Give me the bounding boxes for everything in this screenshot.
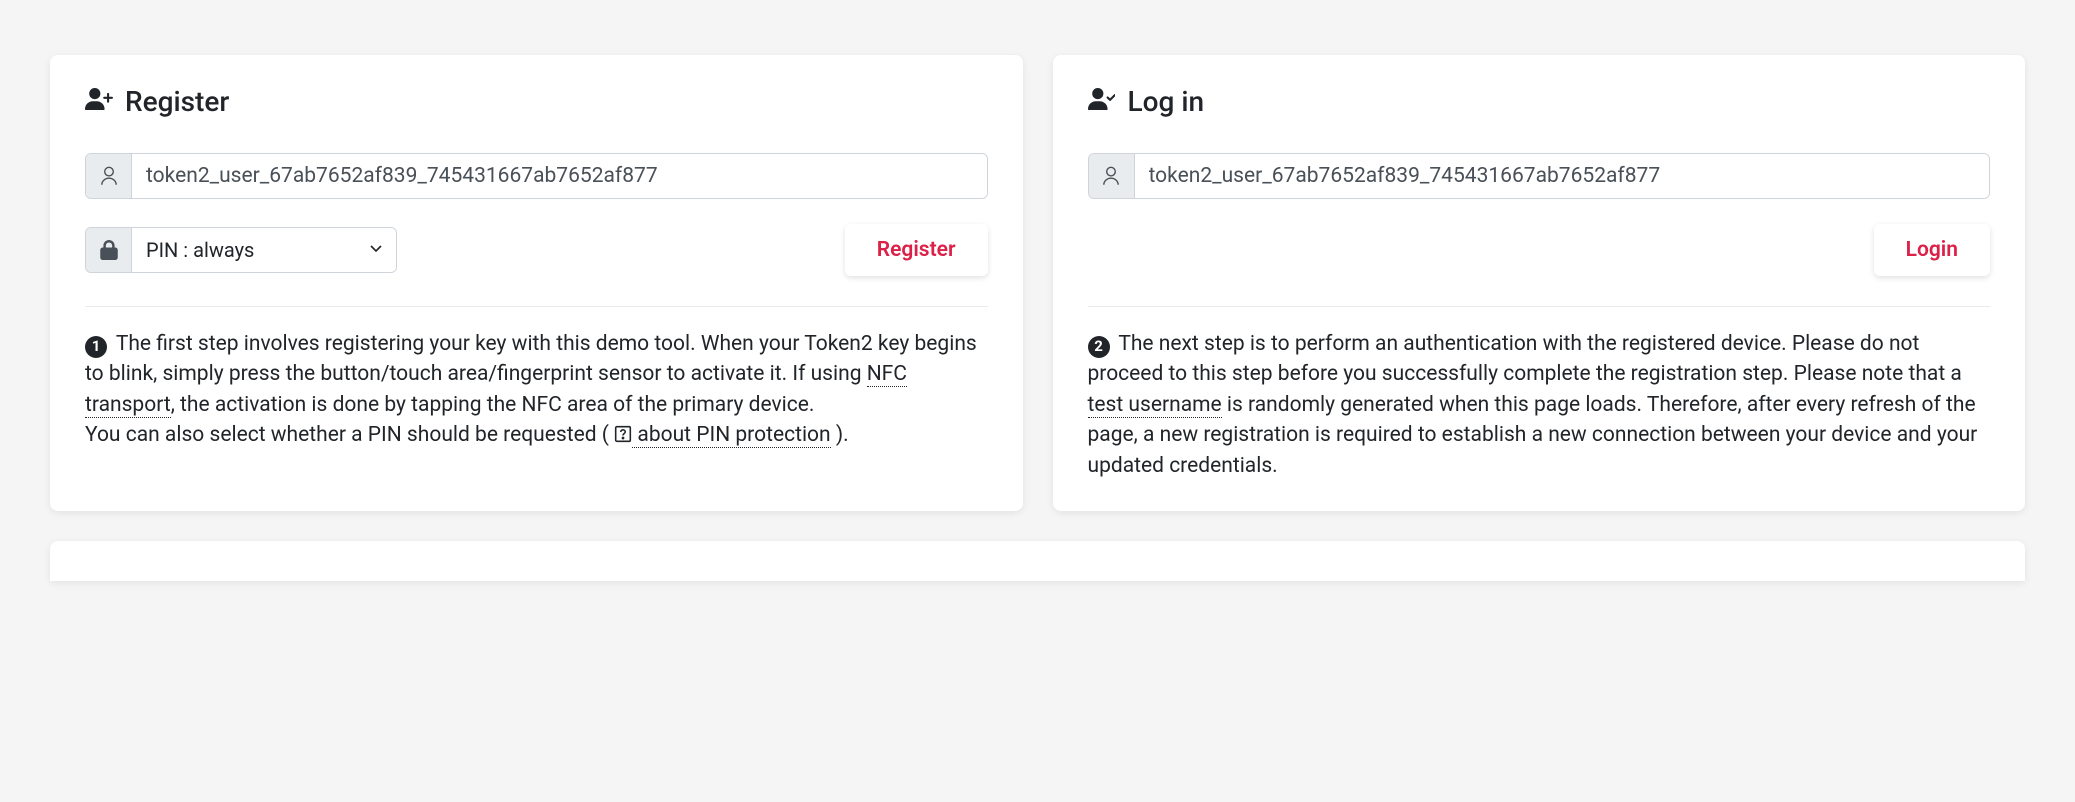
register-username-group [85, 153, 988, 199]
register-heading: Register [125, 85, 229, 118]
lock-icon [86, 228, 132, 272]
login-button[interactable]: Login [1874, 224, 1990, 276]
step-two-badge: 2 [1088, 336, 1110, 358]
login-help-text: 2 The next step is to perform an authent… [1088, 329, 1991, 481]
user-icon [86, 154, 132, 198]
login-title: Log in [1088, 85, 1991, 118]
step-one-badge: 1 [85, 336, 107, 358]
divider [85, 306, 988, 307]
test-username-link[interactable]: test username [1088, 393, 1222, 418]
next-card-peek [50, 541, 2025, 581]
question-square-icon [614, 425, 632, 443]
register-help-text: 1 The first step involves registering yo… [85, 329, 988, 451]
pin-protection-link[interactable]: about PIN protection [632, 423, 830, 448]
login-username-group [1088, 153, 1991, 199]
user-plus-icon [85, 88, 113, 116]
pin-select-group: PIN : always [85, 227, 397, 273]
user-icon [1089, 154, 1135, 198]
pin-select[interactable]: PIN : always [132, 228, 396, 272]
login-username-input[interactable] [1135, 154, 1990, 198]
login-card: Log in Login 2 The next step is to perfo… [1053, 55, 2026, 511]
register-title: Register [85, 85, 988, 118]
login-heading: Log in [1128, 85, 1205, 118]
register-button[interactable]: Register [845, 224, 988, 276]
user-check-icon [1088, 88, 1116, 116]
register-username-input[interactable] [132, 154, 987, 198]
divider [1088, 306, 1991, 307]
register-card: Register PIN : always [50, 55, 1023, 511]
